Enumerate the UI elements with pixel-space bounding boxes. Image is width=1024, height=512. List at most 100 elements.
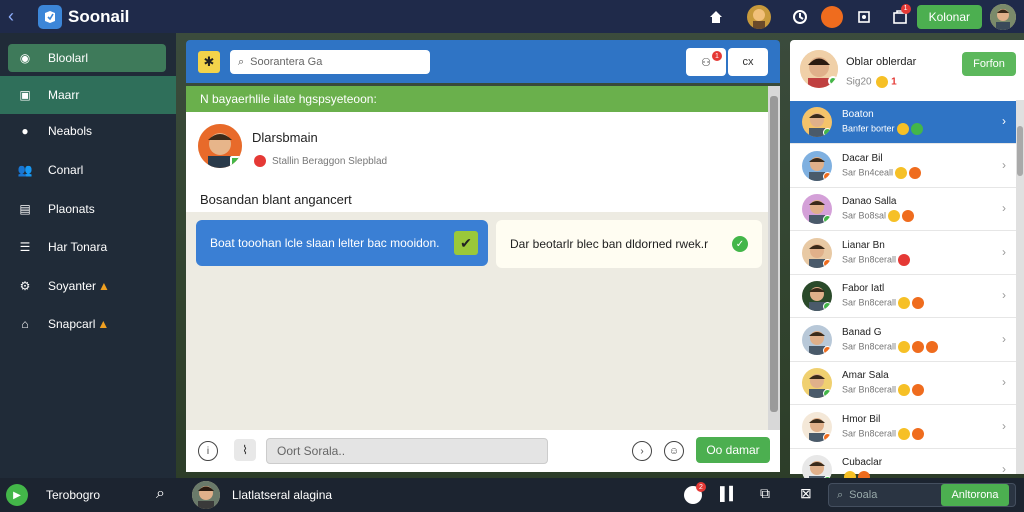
chevron-right-icon: › bbox=[1002, 462, 1006, 476]
refresh-icon[interactable] bbox=[789, 6, 811, 28]
right-panel: Oblar oblerdar Sig20 1 Forfon Boaton Banf… bbox=[790, 40, 1024, 492]
emoji-icon bbox=[895, 166, 908, 179]
center-panel: ✱ ⌕ Soorantera Ga ⚇ 1 cx N bayaerhlile i… bbox=[186, 40, 780, 472]
emoji-icon bbox=[888, 210, 901, 222]
bottom-search-input[interactable]: ⌕ Soala Anltorona bbox=[828, 483, 1016, 507]
chevron-right-icon: › bbox=[1002, 375, 1006, 389]
center-search-input[interactable]: ⌕ Soorantera Ga bbox=[230, 50, 430, 74]
center-close-button[interactable]: cx bbox=[728, 48, 768, 76]
camera-icon[interactable]: ⧉ bbox=[760, 485, 770, 502]
contact-avatar[interactable] bbox=[802, 194, 832, 224]
contact-avatar[interactable] bbox=[802, 324, 832, 355]
grid-icon[interactable]: ⊠ bbox=[800, 485, 812, 502]
document-icon: ▤ bbox=[19, 202, 31, 216]
stats-icon[interactable]: ▌▍ bbox=[720, 486, 739, 502]
message-input[interactable]: Oort Sorala.. bbox=[266, 438, 548, 464]
center-scrollbar[interactable] bbox=[768, 86, 780, 430]
message-bubble-received[interactable]: Dar beotarlr blec ban dldorned rwek.r ✓ bbox=[496, 220, 762, 268]
center-scroll-thumb[interactable] bbox=[770, 96, 778, 412]
sidebar-item-label: Har Tonara bbox=[48, 240, 108, 254]
check-circle-icon: ✓ bbox=[732, 236, 748, 252]
sidebar-item-1[interactable]: ▣ Maarr bbox=[0, 76, 176, 114]
sidebar-item-6[interactable]: ⚙ Soyanter ▲ bbox=[8, 272, 166, 300]
follow-button[interactable]: Forfon bbox=[962, 52, 1016, 76]
message-input-placeholder: Oort Sorala.. bbox=[277, 444, 346, 458]
contact-row[interactable]: Amar Sala Sar Bn8cerall › bbox=[790, 362, 1016, 405]
profile-name[interactable]: Oblar oblerdar bbox=[846, 56, 916, 68]
bottom-user-avatar[interactable] bbox=[192, 481, 220, 509]
contact-avatar[interactable] bbox=[802, 107, 832, 137]
contact-row[interactable]: Danao Salla Sar Bo8sal › bbox=[790, 188, 1016, 231]
contact-avatar[interactable] bbox=[802, 368, 832, 398]
emoji-icon bbox=[876, 76, 889, 88]
contact-sub: Sar Bn8cerall bbox=[842, 427, 925, 440]
contact-avatar[interactable] bbox=[802, 150, 832, 181]
status-icon bbox=[823, 389, 832, 398]
contact-name: Banad G bbox=[842, 326, 882, 338]
attach-icon[interactable]: i bbox=[198, 441, 218, 461]
bottom-user-label[interactable]: Llatlatseral alagina bbox=[232, 488, 332, 502]
bottom-action-button[interactable]: Anltorona bbox=[941, 484, 1009, 506]
center-user-button[interactable]: ⚇ 1 bbox=[686, 48, 726, 76]
puzzle-icon[interactable]: ✱ bbox=[198, 51, 220, 73]
send-button[interactable]: Oo damar bbox=[696, 437, 770, 463]
sidebar-item-label: Soyanter bbox=[48, 279, 97, 293]
top-action-button[interactable]: Kolonar bbox=[916, 4, 982, 29]
contact-avatar[interactable] bbox=[802, 411, 832, 442]
emoji-icon[interactable] bbox=[820, 5, 843, 28]
sidebar-item-label: Snapcarl bbox=[48, 317, 96, 331]
search-icon[interactable]: ⌕ bbox=[156, 485, 165, 503]
list-icon: ☰ bbox=[19, 240, 31, 254]
post-author-name[interactable]: Dlarsbmain bbox=[252, 130, 318, 145]
post-author-avatar[interactable] bbox=[198, 124, 242, 168]
check-icon: ✔ bbox=[454, 231, 478, 255]
home-icon[interactable] bbox=[705, 6, 727, 28]
contact-sub: Sar Bn8cerall bbox=[842, 297, 925, 309]
emoji-icon bbox=[898, 340, 911, 353]
bottom-left-label[interactable]: Terobogro bbox=[46, 488, 100, 502]
emoji-icon[interactable]: 2 bbox=[684, 482, 706, 504]
contact-row[interactable]: Banad G Sar Bn8cerall › bbox=[790, 319, 1016, 362]
sidebar-item-3[interactable]: 👥 Conarl bbox=[8, 156, 166, 184]
chevron-right-icon: › bbox=[1002, 418, 1006, 433]
emoji-icon bbox=[898, 384, 911, 396]
fire-icon: ▲ bbox=[98, 279, 110, 293]
contact-row[interactable]: Fabor Iatl Sar Bn8cerall › bbox=[790, 275, 1016, 318]
contact-sub-text: Sar Bn8cerall bbox=[842, 340, 897, 351]
circle-icon: ● bbox=[21, 124, 29, 138]
contact-avatar[interactable] bbox=[802, 237, 832, 268]
play-icon[interactable]: ▶ bbox=[6, 484, 28, 506]
sidebar-item-2[interactable]: ● Neabols bbox=[8, 117, 166, 145]
contact-row[interactable]: Boaton Banfer borter › bbox=[790, 101, 1016, 144]
message-bubble-sent[interactable]: Boat tooohan lcle slaan lelter bac mooid… bbox=[196, 220, 488, 266]
link-icon[interactable]: ⌇ bbox=[234, 439, 256, 461]
sidebar-item-4[interactable]: ▤ Plaonats bbox=[8, 195, 166, 223]
contact-row[interactable]: Lianar Bn Sar Bn8cerall › bbox=[790, 232, 1016, 275]
puzzle-icon[interactable] bbox=[853, 6, 875, 28]
chevron-right-icon: › bbox=[1002, 331, 1006, 346]
smiley-icon[interactable]: ☺ bbox=[664, 441, 684, 461]
contact-sub-text: Sar Bn4ceall bbox=[842, 166, 894, 177]
notification-icon[interactable]: 1 bbox=[889, 3, 911, 28]
user-avatar[interactable] bbox=[990, 3, 1016, 30]
bottom-badge: 2 bbox=[696, 482, 706, 492]
search-icon: ⌕ bbox=[837, 488, 844, 501]
sidebar-item-label: Neabols bbox=[48, 124, 93, 138]
sidebar-item-0[interactable]: ◉ Bloolarl bbox=[8, 44, 166, 72]
center-badge: 1 bbox=[712, 51, 722, 61]
contact-avatar[interactable] bbox=[802, 281, 832, 311]
emoji-icon bbox=[912, 427, 925, 440]
chat-area: Boat tooohan lcle slaan lelter bac mooid… bbox=[186, 212, 768, 430]
back-arrow-icon[interactable]: ‹ bbox=[0, 0, 22, 33]
sidebar-item-5[interactable]: ☰ Har Tonara bbox=[8, 233, 166, 261]
info-icon[interactable]: › bbox=[632, 441, 652, 461]
search-icon: ⌕ bbox=[238, 55, 245, 68]
contact-name: Dacar Bil bbox=[842, 152, 883, 164]
contact-row[interactable]: Dacar Bil Sar Bn4ceall › bbox=[790, 145, 1016, 188]
character-avatar[interactable] bbox=[746, 4, 771, 29]
right-scroll-thumb[interactable] bbox=[1017, 126, 1023, 176]
right-scrollbar[interactable] bbox=[1016, 100, 1024, 474]
profile-avatar[interactable] bbox=[800, 50, 838, 88]
sidebar-item-7[interactable]: ⌂ Snapcarl ▲ bbox=[8, 310, 166, 338]
contact-row[interactable]: Hmor Bil Sar Bn8cerall › bbox=[790, 406, 1016, 449]
